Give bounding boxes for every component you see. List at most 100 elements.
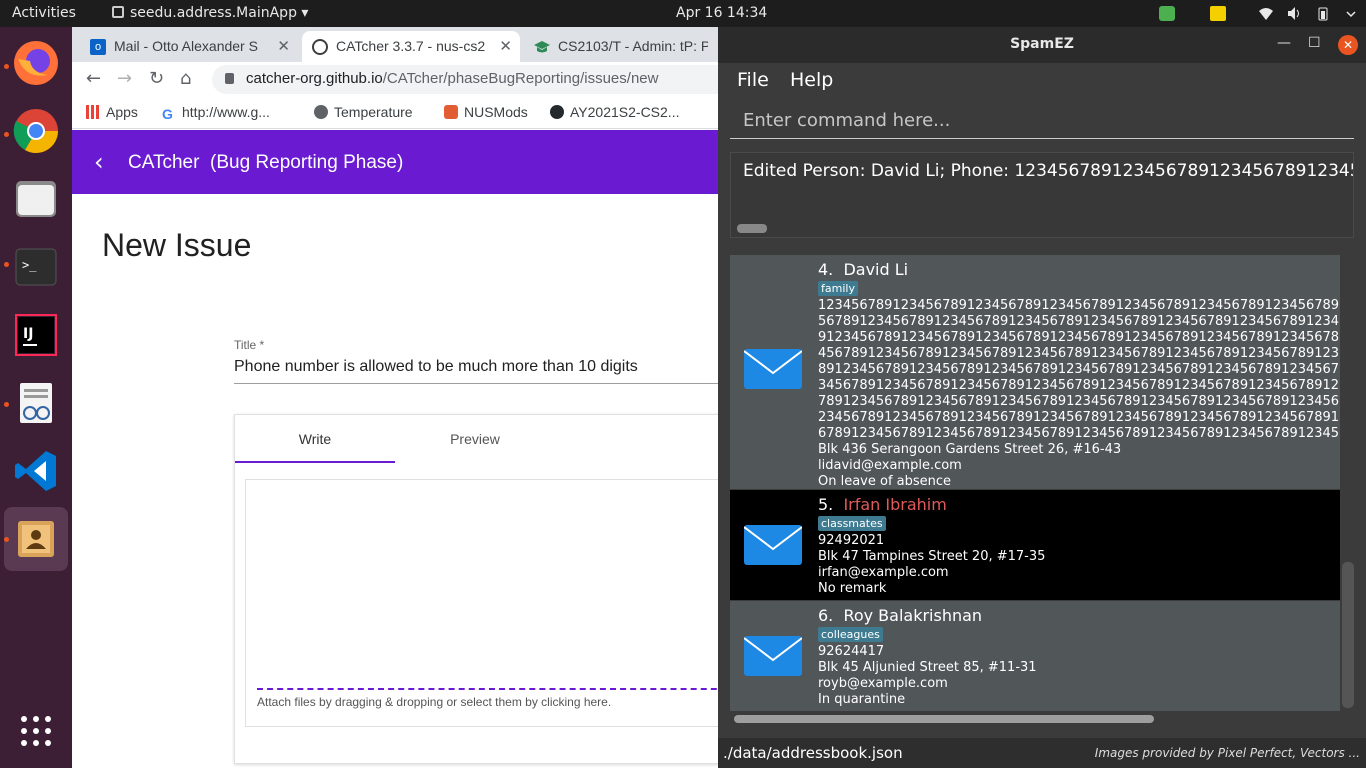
files-icon[interactable] bbox=[12, 175, 60, 223]
close-icon[interactable]: ✕ bbox=[277, 37, 290, 55]
person-email: royb@example.com bbox=[818, 676, 948, 691]
data-file-path: ./data/addressbook.json bbox=[723, 744, 903, 762]
url-host: catcher-org.github.io bbox=[246, 70, 383, 87]
person-index: 4. bbox=[818, 260, 834, 279]
tab-preview[interactable]: Preview bbox=[395, 415, 555, 463]
apps-grid-icon bbox=[86, 105, 100, 119]
nusmods-icon bbox=[444, 105, 458, 119]
bookmark-nusmods[interactable]: NUSMods bbox=[444, 104, 528, 120]
power-menu-icon[interactable] bbox=[1343, 6, 1359, 21]
back-arrow-icon[interactable]: ← bbox=[86, 68, 101, 89]
issue-description-textarea[interactable]: Attach files by dragging & dropping or s… bbox=[245, 479, 718, 727]
person-card[interactable]: 6. Roy Balakrishnan colleagues 92624417 … bbox=[730, 601, 1340, 711]
catcher-favicon-icon bbox=[312, 39, 328, 55]
show-applications-icon[interactable] bbox=[12, 707, 60, 755]
person-address: Blk 47 Tampines Street 20, #17-35 bbox=[818, 549, 1046, 564]
browser-toolbar: ← → ↻ ⌂ catcher-org.github.io/CATcher/ph… bbox=[72, 62, 718, 97]
person-card[interactable]: 4. David Li family 123456789123456789123… bbox=[730, 255, 1340, 489]
bookmark-temperature[interactable]: Temperature bbox=[314, 104, 413, 120]
catcher-app-bar: ‹ CATcher (Bug Reporting Phase) bbox=[72, 130, 718, 194]
update-indicator-icon[interactable] bbox=[1159, 6, 1175, 21]
person-index: 5. bbox=[818, 495, 834, 514]
back-chevron-icon[interactable]: ‹ bbox=[94, 148, 104, 176]
person-email: irfan@example.com bbox=[818, 565, 949, 580]
running-indicator bbox=[4, 402, 9, 407]
minimize-icon[interactable]: — bbox=[1277, 35, 1291, 51]
menu-file[interactable]: File bbox=[737, 69, 769, 91]
vscode-icon[interactable] bbox=[12, 447, 60, 495]
tag-badge: family bbox=[818, 281, 858, 296]
person-list[interactable]: 4. David Li family 123456789123456789123… bbox=[730, 255, 1340, 711]
tab-cs2103[interactable]: CS2103/T - Admin: tP: P bbox=[524, 31, 718, 62]
person-phone: 4567891234567891234567891234567891234567… bbox=[818, 346, 1340, 361]
menu-bar: File Help bbox=[718, 63, 1366, 99]
tab-catcher[interactable]: CATcher 3.3.7 - nus-cs2 ✕ bbox=[302, 31, 520, 62]
wifi-icon[interactable] bbox=[1258, 6, 1274, 21]
dock: >_ IJ bbox=[0, 27, 72, 768]
chrome-window: o Mail - Otto Alexander S ✕ CATcher 3.3.… bbox=[72, 27, 718, 768]
terminal-icon[interactable]: >_ bbox=[12, 243, 60, 291]
person-phone: 1234567891234567891234567891234567891234… bbox=[818, 298, 1340, 313]
person-remark: No remark bbox=[818, 581, 887, 596]
tab-label: CS2103/T - Admin: tP: P bbox=[558, 38, 708, 54]
person-name: Roy Balakrishnan bbox=[843, 606, 983, 625]
tab-mail[interactable]: o Mail - Otto Alexander S ✕ bbox=[80, 31, 298, 62]
lock-icon bbox=[225, 73, 234, 84]
tab-label: CATcher 3.3.7 - nus-cs2 bbox=[336, 38, 486, 54]
bookmark-google[interactable]: Ghttp://www.g... bbox=[162, 104, 270, 122]
document-viewer-icon[interactable] bbox=[12, 379, 60, 427]
list-horizontal-scrollbar[interactable] bbox=[734, 715, 1154, 723]
volume-icon[interactable] bbox=[1287, 6, 1303, 21]
firefox-icon[interactable] bbox=[12, 39, 60, 87]
running-indicator bbox=[4, 537, 9, 542]
person-phone: 5678912345678912345678912345678912345678… bbox=[818, 314, 1340, 329]
result-scrollbar[interactable] bbox=[737, 224, 767, 233]
svg-text:>_: >_ bbox=[22, 258, 37, 272]
bookmark-label: Temperature bbox=[334, 104, 413, 120]
close-icon[interactable]: ✕ bbox=[1338, 35, 1358, 55]
app-menu-label: seedu.address.MainApp bbox=[130, 5, 297, 21]
bookmark-apps[interactable]: Apps bbox=[86, 104, 138, 120]
bookmark-github[interactable]: AY2021S2-CS2... bbox=[550, 104, 679, 120]
tab-strip: o Mail - Otto Alexander S ✕ CATcher 3.3.… bbox=[72, 27, 718, 62]
person-phone: 6789123456789123456789123456789123456789… bbox=[818, 426, 1340, 441]
intellij-icon[interactable]: IJ bbox=[12, 311, 60, 359]
command-input[interactable]: Enter command here... bbox=[730, 103, 1354, 139]
person-remark: In quarantine bbox=[818, 692, 906, 707]
spamez-app-icon[interactable] bbox=[12, 515, 60, 563]
drop-zone-divider bbox=[257, 688, 718, 690]
tab-write[interactable]: Write bbox=[235, 415, 395, 463]
activities-button[interactable]: Activities bbox=[12, 5, 76, 21]
attach-files-hint[interactable]: Attach files by dragging & dropping or s… bbox=[257, 695, 611, 709]
envelope-icon bbox=[743, 636, 803, 676]
person-phone: 92624417 bbox=[818, 644, 885, 659]
battery-icon[interactable] bbox=[1315, 6, 1331, 21]
person-remark: On leave of absence bbox=[818, 474, 952, 489]
menu-help[interactable]: Help bbox=[790, 69, 833, 91]
home-icon[interactable]: ⌂ bbox=[180, 68, 191, 89]
issue-title-input[interactable]: Phone number is allowed to be much more … bbox=[234, 358, 718, 384]
notes-indicator-icon[interactable] bbox=[1210, 6, 1226, 21]
person-phone: 7891234567891234567891234567891234567891… bbox=[818, 394, 1340, 409]
chrome-icon[interactable] bbox=[12, 107, 60, 155]
app-menu[interactable]: seedu.address.MainApp ▾ bbox=[112, 5, 308, 21]
maximize-icon[interactable]: ☐ bbox=[1308, 35, 1321, 51]
running-indicator bbox=[4, 64, 9, 69]
result-display[interactable]: Edited Person: David Li; Phone: 12345678… bbox=[730, 152, 1354, 238]
graduation-cap-icon bbox=[534, 39, 550, 55]
page-title: New Issue bbox=[102, 227, 252, 263]
forward-arrow-icon[interactable]: → bbox=[117, 68, 132, 89]
running-indicator bbox=[4, 132, 9, 137]
title-field-label: Title * bbox=[234, 338, 265, 352]
bookmarks-bar: Apps Ghttp://www.g... Temperature NUSMod… bbox=[72, 97, 718, 129]
bookmark-label: AY2021S2-CS2... bbox=[570, 104, 680, 120]
clock[interactable]: Apr 16 14:34 bbox=[676, 5, 767, 21]
person-index: 6. bbox=[818, 606, 834, 625]
person-card-selected[interactable]: 5. Irfan Ibrahim classmates 92492021 Blk… bbox=[730, 490, 1340, 600]
list-vertical-scrollbar[interactable] bbox=[1342, 562, 1354, 708]
reload-icon[interactable]: ↻ bbox=[149, 68, 164, 89]
address-bar[interactable]: catcher-org.github.io/CATcher/phaseBugRe… bbox=[212, 65, 718, 94]
bookmark-label: http://www.g... bbox=[182, 104, 270, 120]
close-icon[interactable]: ✕ bbox=[499, 37, 512, 55]
window-titlebar: SpamEZ — ☐ ✕ bbox=[718, 27, 1366, 63]
